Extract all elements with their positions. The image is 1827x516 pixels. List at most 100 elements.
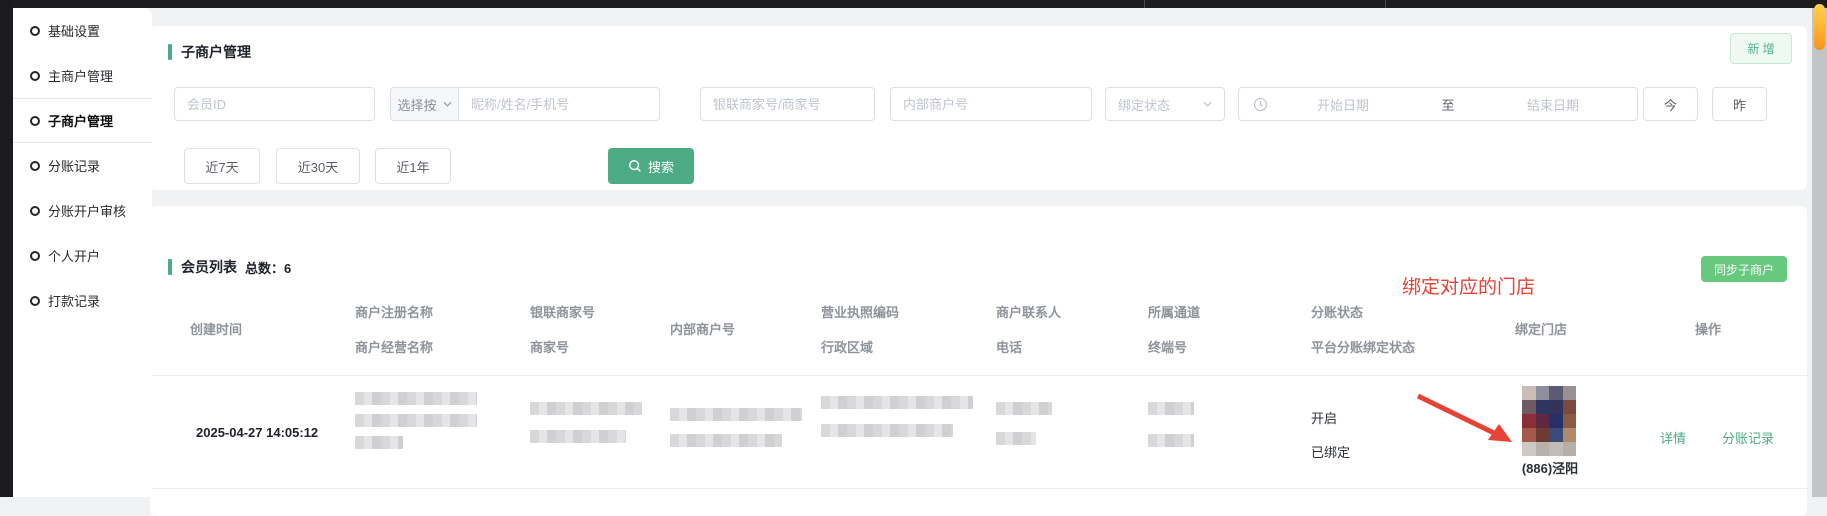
end-date-placeholder[interactable]: 结束日期 [1478, 95, 1628, 114]
sidebar-item-main-merchant[interactable]: 主商户管理 [13, 53, 152, 98]
chevron-down-icon [1203, 101, 1212, 107]
search-button-label: 搜索 [648, 157, 674, 176]
sidebar-item-label: 打款记录 [48, 291, 100, 310]
redacted-license-no [821, 396, 973, 409]
detail-link[interactable]: 详情 [1660, 428, 1686, 447]
card-title-row: 子商户管理 [168, 42, 251, 62]
sidebar-item-personal-account[interactable]: 个人开户 [13, 233, 152, 278]
sidebar: 基础设置 主商户管理 子商户管理 分账记录 分账开户审核 个人开户 打款记录 [13, 8, 152, 497]
store-image-pixel [1536, 386, 1550, 400]
sidebar-item-split-records[interactable]: 分账记录 [13, 143, 152, 188]
nickname-input[interactable] [459, 88, 659, 120]
header-divider [150, 375, 1807, 376]
store-image-pixel [1563, 442, 1577, 456]
redacted-internal-no [670, 408, 802, 421]
redacted-region [821, 424, 953, 437]
member-id-input[interactable] [174, 87, 375, 121]
redacted-unionpay-no [530, 402, 642, 415]
yesterday-button[interactable]: 昨 [1712, 87, 1767, 121]
store-image-pixel [1522, 442, 1536, 456]
store-image-pixel [1549, 400, 1563, 414]
title-accent-bar [168, 259, 172, 275]
created-at-value: 2025-04-27 14:05:12 [196, 425, 318, 440]
radio-circle-icon [30, 296, 40, 306]
store-image-pixel [1536, 442, 1550, 456]
sidebar-item-basic-settings[interactable]: 基础设置 [13, 8, 152, 53]
search-icon [628, 159, 642, 173]
store-image-pixel [1549, 442, 1563, 456]
table-header: 创建时间 商户注册名称商户经营名称 银联商家号商家号 内部商户号 营业执照编码行… [150, 302, 1807, 354]
unionpay-merchant-input[interactable] [700, 87, 875, 121]
search-filter-card: 子商户管理 新 增 选择按 绑定状态 开始日期 至 结束日期 [150, 26, 1807, 190]
total-count-label: 总数：6 [245, 258, 291, 277]
red-annotation-text: 绑定对应的门店 [1402, 272, 1535, 299]
redacted-register-name [355, 392, 477, 405]
redacted-merchant-no [530, 430, 626, 443]
row-divider [150, 488, 1807, 489]
sidebar-item-split-account-audit[interactable]: 分账开户审核 [13, 188, 152, 233]
store-image-pixel [1563, 400, 1577, 414]
redacted-channel [1148, 402, 1194, 415]
search-button[interactable]: 搜索 [608, 148, 694, 184]
store-image-pixel [1563, 428, 1577, 442]
member-list-card: 会员列表 总数：6 同步子商户 绑定对应的门店 创建时间 商户注册名称商户经营名… [150, 206, 1807, 516]
radio-circle-icon [30, 116, 40, 126]
internal-merchant-input[interactable] [890, 87, 1092, 121]
page-scrollbar[interactable] [1812, 8, 1827, 497]
store-image-pixel [1563, 386, 1577, 400]
sidebar-item-sub-merchant[interactable]: 子商户管理 [13, 98, 152, 143]
red-annotation-arrow [1400, 386, 1530, 456]
table-title-row: 会员列表 总数：6 [168, 257, 291, 277]
radio-circle-icon [30, 26, 40, 36]
title-accent-bar [168, 44, 172, 60]
sidebar-item-label: 个人开户 [48, 246, 100, 265]
bind-status-placeholder: 绑定状态 [1118, 95, 1170, 114]
add-button[interactable]: 新 增 [1730, 33, 1792, 64]
store-image-pixel [1536, 414, 1550, 428]
redacted-internal-no [670, 434, 782, 447]
tab-divider [1385, 0, 1386, 8]
store-image-pixel [1536, 428, 1550, 442]
sidebar-item-payout-records[interactable]: 打款记录 [13, 278, 152, 323]
radio-circle-icon [30, 161, 40, 171]
store-image-pixel [1522, 414, 1536, 428]
select-by-dropdown[interactable]: 选择按 [391, 88, 459, 120]
scrollbar-thumb[interactable] [1814, 4, 1825, 50]
split-records-link[interactable]: 分账记录 [1722, 428, 1774, 447]
filter-row: 选择按 绑定状态 开始日期 至 结束日期 今 昨 [150, 87, 1807, 121]
platform-bind-status-value: 已绑定 [1311, 442, 1350, 461]
store-image-pixel [1563, 414, 1577, 428]
select-by-label: 选择按 [397, 95, 436, 114]
last-1-year-button[interactable]: 近1年 [375, 148, 451, 184]
chevron-down-icon [443, 101, 452, 107]
store-image-pixel [1549, 428, 1563, 442]
quick-range-row: 近7天 近30天 近1年 搜索 [150, 148, 1807, 184]
table-title: 会员列表 [181, 257, 237, 277]
date-range-picker[interactable]: 开始日期 至 结束日期 [1238, 87, 1638, 121]
clock-icon [1253, 97, 1268, 112]
store-image-pixel [1522, 386, 1536, 400]
sync-sub-merchant-button[interactable]: 同步子商户 [1701, 256, 1787, 282]
redacted-contact [996, 402, 1052, 415]
bind-status-select[interactable]: 绑定状态 [1105, 87, 1225, 121]
sidebar-item-label: 分账记录 [48, 156, 100, 175]
split-status-value: 开启 [1311, 408, 1337, 427]
store-image-pixel [1522, 428, 1536, 442]
last-30-days-button[interactable]: 近30天 [276, 148, 360, 184]
date-to-label: 至 [1418, 95, 1478, 114]
store-image-pixel [1522, 400, 1536, 414]
sidebar-item-label: 主商户管理 [48, 66, 113, 85]
redacted-phone [996, 432, 1036, 445]
store-image-pixel [1549, 386, 1563, 400]
last-7-days-button[interactable]: 近7天 [184, 148, 260, 184]
start-date-placeholder[interactable]: 开始日期 [1268, 95, 1418, 114]
sidebar-item-label: 子商户管理 [48, 111, 113, 130]
browser-chrome-strip [0, 0, 1827, 8]
today-button[interactable]: 今 [1643, 87, 1698, 121]
redacted-terminal [1148, 434, 1194, 447]
tab-divider [1144, 0, 1145, 8]
store-image-pixel [1536, 400, 1550, 414]
bound-store-image[interactable] [1522, 386, 1576, 456]
store-caption: (886)泾阳 [1490, 458, 1610, 477]
radio-circle-icon [30, 251, 40, 261]
